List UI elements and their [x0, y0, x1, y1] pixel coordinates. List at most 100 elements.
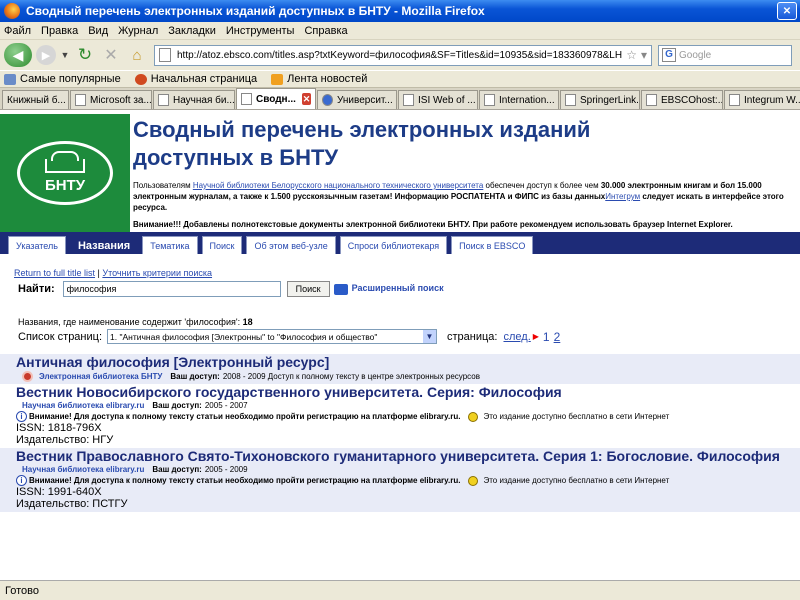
access-value: 2005 - 2009	[204, 465, 248, 474]
tab-search[interactable]: Поиск	[201, 236, 243, 254]
arrow-right-icon: ▶	[532, 332, 539, 341]
building-icon	[45, 151, 85, 173]
access-label: Ваш доступ:	[152, 465, 202, 474]
list-item: Вестник Новосибирского государственного …	[0, 384, 800, 448]
menu-history[interactable]: Журнал	[118, 25, 158, 37]
navigation-toolbar: ◀ ▶ ▼ ↻ ✕ ⌂ http://atoz.ebsco.com/titles…	[0, 40, 800, 70]
chevron-down-icon[interactable]: ▼	[423, 330, 437, 343]
site-title-line1: Сводный перечень электронных изданий	[133, 117, 591, 142]
browser-tab[interactable]: Internation...	[479, 90, 559, 109]
page-1: 1	[542, 329, 550, 344]
browser-window: Сводный перечень электронных изданий дос…	[0, 0, 800, 600]
source-link[interactable]: Электронная библиотека БНТУ	[39, 372, 162, 381]
browser-tab[interactable]: EBSCOhost:...	[641, 90, 723, 109]
tab-ebsco-search[interactable]: Поиск в EBSCO	[451, 236, 534, 254]
page-icon	[159, 48, 171, 62]
web-search-box[interactable]: G Google	[658, 44, 792, 66]
pagination-row: Список страниц: 1. "Античная философия […	[0, 329, 800, 344]
next-page-link[interactable]: след.	[503, 331, 530, 343]
tab-subjects[interactable]: Тематика	[142, 236, 198, 254]
return-to-list-link[interactable]: Return to full title list	[14, 268, 95, 278]
access-label: Ваш доступ:	[170, 372, 220, 381]
tab-label: Научная би...	[173, 94, 235, 106]
record-note: i Внимание! Для доступа к полному тексту…	[16, 411, 800, 422]
firefox-icon	[4, 3, 20, 19]
browser-tab[interactable]: Книжный б...	[2, 90, 69, 109]
stop-icon[interactable]: ✕	[100, 45, 122, 65]
result-count-label: Названия, где наименование содержит 'фил…	[18, 317, 241, 327]
search-input[interactable]: философия	[62, 281, 281, 297]
firefox-small-icon	[134, 73, 147, 85]
menu-bookmarks[interactable]: Закладки	[168, 25, 216, 37]
window-title: Сводный перечень электронных изданий дос…	[26, 4, 485, 18]
bookmark-label: Лента новостей	[287, 73, 368, 85]
site-title-line2: доступных в БНТУ	[133, 145, 339, 170]
page-icon	[729, 94, 740, 106]
browser-tab[interactable]: Microsoft за...	[70, 90, 152, 109]
refine-search-link[interactable]: Уточнить критерии поиска	[102, 268, 212, 278]
page-2-link[interactable]: 2	[554, 330, 561, 344]
globe-icon	[322, 94, 333, 106]
tab-index[interactable]: Указатель	[8, 236, 66, 254]
home-icon[interactable]: ⌂	[126, 47, 148, 64]
menu-help[interactable]: Справка	[304, 25, 347, 37]
results-list: Античная философия [Электронный ресурс] …	[0, 354, 800, 512]
result-count-value: 18	[242, 317, 253, 327]
browser-tab[interactable]: SpringerLink...	[560, 90, 640, 109]
bookmark-most-visited[interactable]: Самые популярные	[4, 73, 121, 85]
bookmark-star-icon[interactable]: ☆	[626, 48, 637, 62]
list-item: Вестник Православного Свято-Тихоновского…	[0, 448, 800, 512]
back-icon[interactable]: ◀	[4, 43, 32, 67]
logo-emblem: БНТУ	[17, 141, 113, 205]
browser-tab[interactable]: Integrum W...	[724, 90, 800, 109]
url-dropdown-icon[interactable]: ▾	[641, 48, 647, 62]
list-item: Античная философия [Электронный ресурс] …	[0, 354, 800, 384]
library-link[interactable]: Научной библиотеки Белорусского национал…	[193, 181, 483, 190]
tab-titles[interactable]: Названия	[69, 236, 139, 254]
page-list-value: 1. "Античная философия [Электронны" to "…	[110, 331, 378, 342]
menu-file[interactable]: Файл	[4, 25, 31, 37]
folder-icon	[4, 73, 16, 85]
source-link[interactable]: Научная библиотека elibrary.ru	[22, 401, 144, 410]
google-icon[interactable]: G	[662, 48, 676, 62]
integrum-link[interactable]: Интегрум	[605, 192, 640, 201]
record-publisher: Издательство: НГУ	[16, 434, 114, 446]
page-icon	[565, 94, 576, 106]
close-icon[interactable]: ✕	[777, 2, 797, 20]
intro-part: обеспечен доступ к более чем	[483, 181, 601, 190]
forward-icon[interactable]: ▶	[36, 45, 56, 65]
url-bar[interactable]: http://atoz.ebsco.com/titles.asp?txtKeyw…	[154, 44, 652, 66]
smiley-icon	[468, 475, 479, 486]
browser-tab-active[interactable]: Сводн... ✕	[236, 88, 316, 109]
registration-note: Внимание! Для доступа к полному тексту с…	[29, 412, 461, 421]
menu-edit[interactable]: Правка	[41, 25, 78, 37]
source-link[interactable]: Научная библиотека elibrary.ru	[22, 465, 144, 474]
tab-ask-librarian[interactable]: Спроси библиотекаря	[339, 236, 448, 254]
find-label: Найти:	[18, 283, 55, 295]
browser-tab[interactable]: Научная би...	[153, 90, 235, 109]
close-tab-icon[interactable]: ✕	[301, 93, 311, 105]
browser-tab[interactable]: ISI Web of ...	[398, 90, 478, 109]
tab-label: Internation...	[499, 94, 555, 106]
url-text[interactable]: http://atoz.ebsco.com/titles.asp?txtKeyw…	[177, 50, 622, 61]
bntu-logo: БНТУ	[0, 114, 130, 232]
free-note: Это издание доступно бесплатно в сети Ин…	[483, 476, 670, 485]
free-note: Это издание доступно бесплатно в сети Ин…	[483, 412, 670, 421]
menu-tools[interactable]: Инструменты	[226, 25, 295, 37]
history-dropdown-icon[interactable]: ▼	[60, 50, 70, 60]
bookmark-start-page[interactable]: Начальная страница	[134, 73, 257, 85]
record-title[interactable]: Античная философия [Электронный ресурс]	[16, 354, 800, 370]
search-button[interactable]: Поиск	[286, 281, 330, 297]
reload-icon[interactable]: ↻	[74, 45, 96, 65]
menu-view[interactable]: Вид	[88, 25, 108, 37]
bookmark-news-feed[interactable]: Лента новостей	[271, 73, 367, 85]
record-title[interactable]: Вестник Новосибирского государственного …	[16, 384, 800, 400]
browser-tab[interactable]: Университ...	[317, 90, 397, 109]
tab-about[interactable]: Об этом веб-узле	[246, 236, 336, 254]
bookmarks-toolbar: Самые популярные Начальная страница Лент…	[0, 70, 800, 88]
smiley-icon	[468, 411, 479, 422]
page-list-select[interactable]: 1. "Античная философия [Электронны" to "…	[107, 329, 438, 344]
record-title[interactable]: Вестник Православного Свято-Тихоновского…	[16, 448, 800, 464]
advanced-search-link[interactable]: Расширенный поиск	[334, 283, 444, 294]
record-note: i Внимание! Для доступа к полному тексту…	[16, 475, 800, 486]
